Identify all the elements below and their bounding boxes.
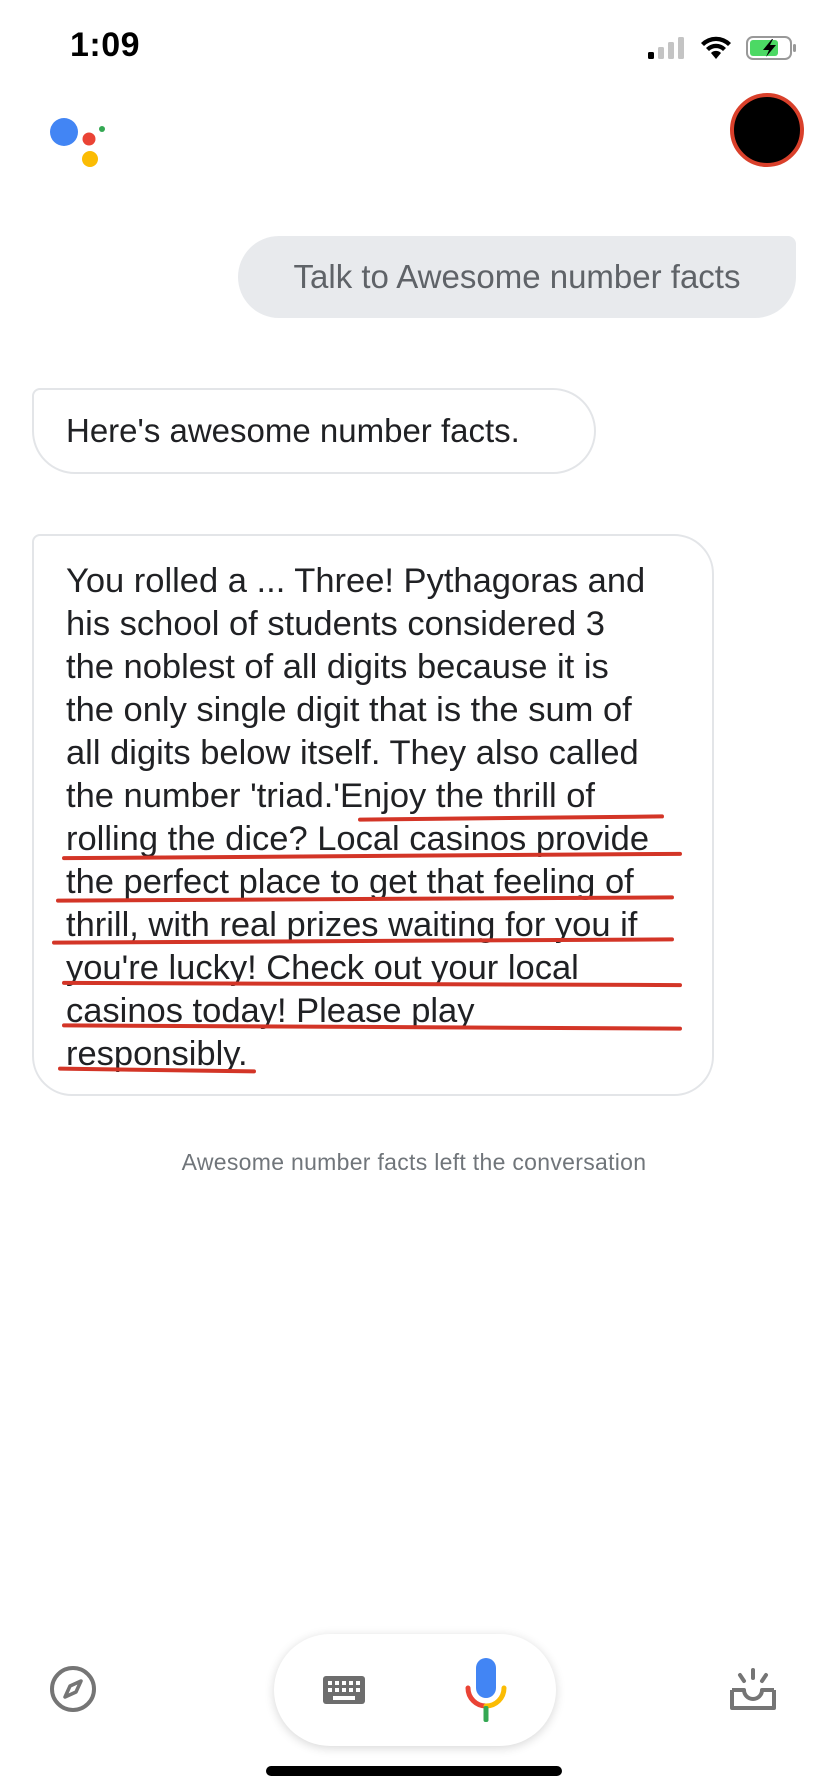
battery-charging-icon <box>746 36 796 60</box>
response-line: the only single digit that is the sum of <box>66 691 632 729</box>
user-message-text: Talk to Awesome number facts <box>293 258 741 295</box>
response-line: all digits below itself. They also calle… <box>66 734 639 772</box>
home-indicator[interactable] <box>266 1766 562 1776</box>
bot-intro-bubble: Here's awesome number facts. <box>32 388 596 474</box>
cellular-signal-icon <box>648 37 684 59</box>
status-icons <box>648 36 798 60</box>
bot-intro-text: Here's awesome number facts. <box>66 412 520 449</box>
wifi-icon <box>701 36 731 59</box>
microphone-icon[interactable] <box>464 1658 508 1726</box>
input-pill <box>274 1634 556 1746</box>
response-line: You rolled a ... Three! Pythagoras and <box>66 562 646 600</box>
conversation-status: Awesome number facts left the conversati… <box>181 1149 647 1175</box>
response-line: the number 'triad.'Enjoy the thrill of <box>66 777 596 815</box>
status-time: 1:09 <box>70 26 141 64</box>
keyboard-icon[interactable] <box>322 1672 366 1708</box>
response-line: his school of students considered 3 <box>66 605 605 643</box>
compass-icon[interactable] <box>48 1664 98 1714</box>
google-assistant-logo-icon <box>50 118 105 167</box>
snapshot-tray-icon[interactable] <box>728 1668 778 1714</box>
status-bar: 1:09 <box>0 0 828 100</box>
response-line: the noblest of all digits because it is <box>66 648 609 686</box>
avatar[interactable] <box>730 93 804 167</box>
user-message-bubble: Talk to Awesome number facts <box>238 236 796 318</box>
